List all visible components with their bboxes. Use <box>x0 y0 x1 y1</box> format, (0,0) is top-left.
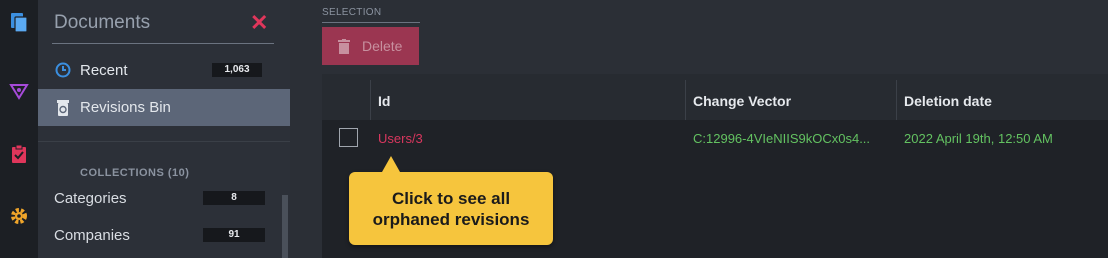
documents-sidebar: Documents ✕ Recent 1,063 Revisions Bin C… <box>38 0 290 258</box>
collection-label: Categories <box>54 189 127 207</box>
delete-button-label: Delete <box>362 38 403 54</box>
settings-icon[interactable] <box>8 205 30 227</box>
sidebar-item-label: Revisions Bin <box>80 99 171 116</box>
table-header: Id Change Vector Deletion date <box>322 74 1108 120</box>
divider <box>322 22 420 23</box>
column-header-id[interactable]: Id <box>370 74 685 120</box>
row-id-link[interactable]: Users/3 <box>370 120 685 158</box>
sidebar-scrollbar[interactable] <box>282 195 288 258</box>
collection-count: 91 <box>203 228 265 242</box>
sidebar-title: Documents <box>54 12 151 33</box>
collection-count: 8 <box>203 191 265 205</box>
table-row[interactable]: Users/3 C:12996-4VIeNIIS9kOCx0s4... 2022… <box>322 120 1108 158</box>
clock-icon <box>54 61 72 79</box>
column-header-deletion-date[interactable]: Deletion date <box>896 74 1108 120</box>
divider <box>52 43 274 44</box>
delete-button[interactable]: Delete <box>322 27 419 65</box>
sidebar-item-label: Recent <box>80 61 128 79</box>
close-icon[interactable]: ✕ <box>250 10 268 36</box>
tooltip-text: Click to see all orphaned revisions <box>372 188 530 229</box>
selection-label: SELECTION <box>322 7 382 18</box>
collection-item-categories[interactable]: Categories 8 <box>38 180 278 216</box>
trash-icon <box>338 38 350 54</box>
documents-icon[interactable] <box>8 12 30 34</box>
revisions-bin-icon <box>54 99 72 117</box>
left-rail <box>0 0 38 258</box>
tasks-icon[interactable] <box>8 143 30 165</box>
sidebar-item-recent[interactable]: Recent 1,063 <box>38 52 290 88</box>
sidebar-item-revisions-bin[interactable]: Revisions Bin <box>38 89 290 126</box>
column-header-change-vector[interactable]: Change Vector <box>685 74 896 120</box>
collection-label: Companies <box>54 226 130 244</box>
row-change-vector: C:12996-4VIeNIIS9kOCx0s4... <box>693 131 871 146</box>
collection-item-companies[interactable]: Companies 91 <box>38 217 278 253</box>
collections-heading: COLLECTIONS (10) <box>80 167 190 179</box>
recent-count-badge: 1,063 <box>212 63 262 77</box>
tooltip-callout: Click to see all orphaned revisions <box>349 156 553 245</box>
row-deletion-date: 2022 April 19th, 12:50 AM <box>904 131 1053 146</box>
indexes-icon[interactable] <box>8 80 30 102</box>
row-checkbox[interactable] <box>339 128 358 147</box>
divider <box>38 141 290 142</box>
